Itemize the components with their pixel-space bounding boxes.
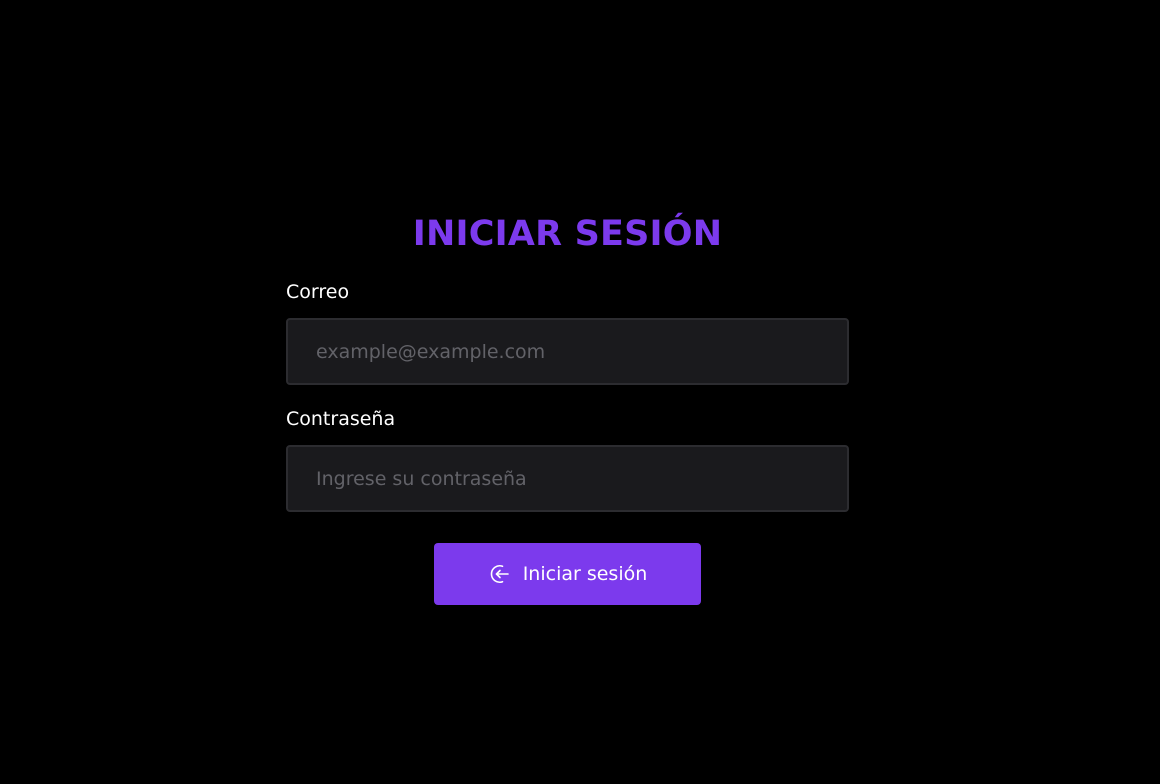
login-form: INICIAR SESIÓN Correo Contraseña Iniciar… — [286, 210, 849, 605]
page-title: INICIAR SESIÓN — [412, 214, 723, 254]
email-field[interactable] — [286, 318, 849, 385]
login-button[interactable]: Iniciar sesión — [434, 543, 701, 605]
submit-row: Iniciar sesión — [286, 543, 849, 605]
login-page: INICIAR SESIÓN Correo Contraseña Iniciar… — [0, 0, 1160, 784]
password-field[interactable] — [286, 445, 849, 512]
login-icon — [488, 562, 512, 586]
password-label: Contraseña — [286, 408, 396, 430]
login-button-label: Iniciar sesión — [522, 563, 648, 585]
email-label: Correo — [286, 281, 350, 303]
